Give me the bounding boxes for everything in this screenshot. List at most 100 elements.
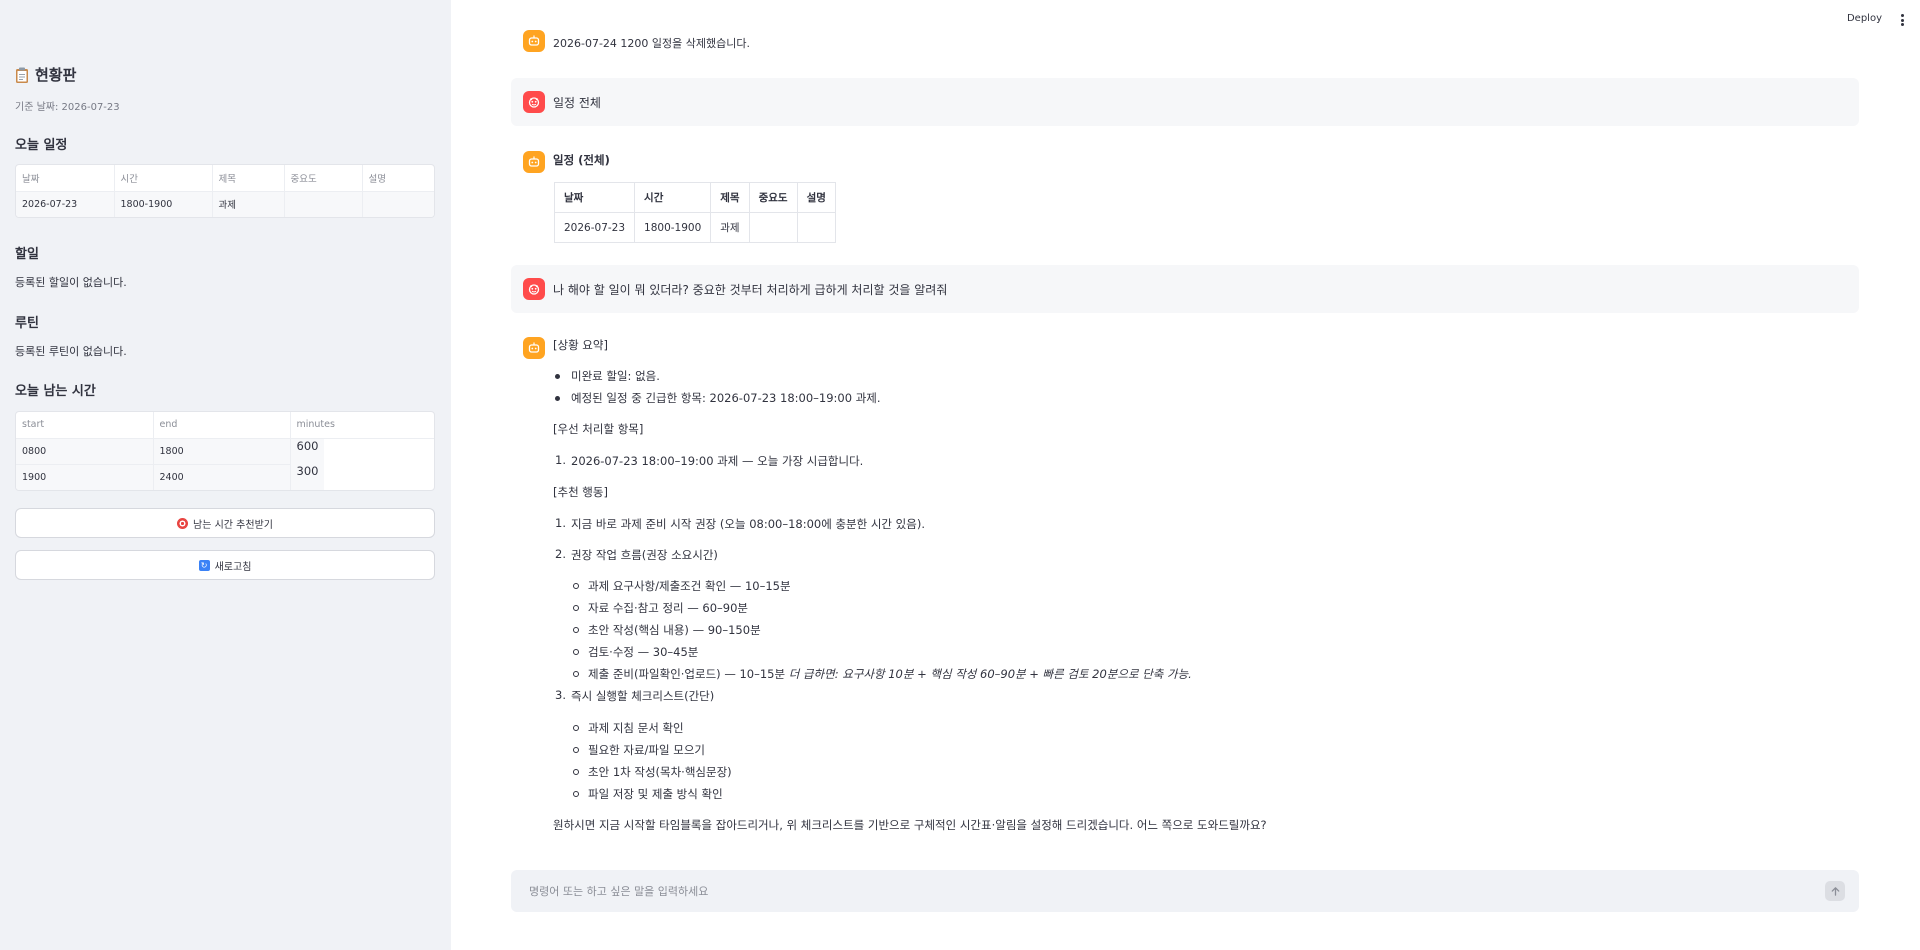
column-header: 시간 — [634, 182, 712, 213]
list-number: 1. — [555, 453, 566, 467]
table-cell: 1800-1900 — [634, 212, 712, 243]
base-date: 기준 날짜: 2026-07-23 — [15, 102, 120, 113]
column-header[interactable]: minutes — [290, 412, 434, 439]
list-item: 권장 작업 흐름(권장 소요시간) — [571, 548, 718, 562]
table-cell[interactable]: 1800-1900 — [114, 191, 213, 217]
sub-bullet-icon — [573, 627, 579, 633]
table-cell[interactable]: 0800 — [16, 438, 154, 465]
list-item: 2026-07-23 18:00–19:00 과제 — 오늘 가장 시급합니다. — [571, 454, 864, 468]
sidebar-title: 현황판 — [15, 64, 76, 85]
column-header: 중요도 — [748, 182, 798, 213]
user-message-text: 나 해야 할 일이 뭐 있더라? 중요한 것부터 처리하게 급하게 처리할 것을… — [553, 283, 948, 297]
today-schedule-heading: 오늘 일정 — [15, 138, 68, 153]
target-icon — [177, 517, 189, 529]
column-header: 제목 — [710, 182, 750, 213]
table-cell: 과제 — [710, 212, 750, 243]
sub-bullet-icon — [573, 605, 579, 611]
list-item: 예정된 일정 중 긴급한 항목: 2026-07-23 18:00–19:00 … — [571, 391, 881, 405]
column-header[interactable]: 날짜 — [16, 165, 115, 192]
main-menu-icon[interactable] — [1900, 14, 1904, 26]
list-item: 과제 지침 문서 확인 — [588, 721, 684, 735]
column-header[interactable]: 제목 — [212, 165, 285, 192]
user-message-text: 일정 전체 — [553, 96, 601, 110]
table-cell[interactable] — [362, 191, 434, 217]
refresh-icon: ↻ — [198, 559, 210, 571]
table-cell[interactable]: 1800 — [153, 438, 291, 465]
table-cell — [796, 212, 836, 243]
routine-heading: 루틴 — [15, 316, 39, 331]
column-header[interactable]: 시간 — [114, 165, 213, 192]
list-item: 미완료 할일: 없음. — [571, 369, 660, 383]
list-number: 3. — [555, 688, 566, 702]
sub-bullet-icon — [573, 671, 579, 677]
bullet-icon — [555, 396, 560, 401]
column-header[interactable]: 설명 — [362, 165, 434, 192]
todo-empty-text: 등록된 할일이 없습니다. — [15, 276, 127, 289]
free-time-heading: 오늘 남는 시간 — [15, 384, 96, 399]
todo-heading: 할일 — [15, 247, 39, 262]
sub-bullet-icon — [573, 649, 579, 655]
deploy-button[interactable]: Deploy — [1847, 13, 1882, 24]
column-header: 날짜 — [553, 182, 636, 213]
user-message: 나 해야 할 일이 뭐 있더라? 중요한 것부터 처리하게 급하게 처리할 것을… — [511, 265, 1859, 313]
list-item-text: 제출 준비(파일확인·업로드) — 10–15분 — [588, 667, 786, 681]
user-avatar-icon — [523, 278, 545, 300]
list-item: 과제 요구사항/제출조건 확인 — 10–15분 — [588, 579, 791, 593]
sub-bullet-icon — [573, 769, 579, 775]
flow-note: 더 급하면: 요구사항 10분 + 핵심 작성 60–90분 + 빠른 검토 2… — [788, 667, 1192, 681]
routine-empty-text: 등록된 루틴이 없습니다. — [15, 345, 127, 358]
list-item: 파일 저장 및 제출 방식 확인 — [588, 787, 723, 801]
list-item: 검토·수정 — 30–45분 — [588, 645, 699, 659]
today-schedule-table[interactable]: 날짜 시간 제목 중요도 설명 2026-07-23 1800-1900 과제 — [15, 164, 435, 218]
arrow-up-icon — [1831, 886, 1839, 896]
recommend-button-label: 남는 시간 추천받기 — [193, 519, 273, 531]
sidebar: 현황판 기준 날짜: 2026-07-23 오늘 일정 날짜 시간 제목 중요도… — [0, 0, 451, 950]
user-message: 일정 전체 — [511, 78, 1859, 126]
free-time-table[interactable]: start end minutes 0800 1800 600 1900 240… — [15, 411, 435, 491]
bot-avatar-icon — [523, 151, 545, 173]
bot-avatar-icon — [523, 337, 545, 359]
recommend-free-time-button[interactable]: 남는 시간 추천받기 — [15, 508, 435, 538]
list-number: 1. — [555, 516, 566, 530]
clipboard-icon — [16, 67, 28, 83]
list-item: 초안 1차 작성(목차·핵심문장) — [588, 765, 732, 779]
schedule-all-title: 일정 (전체) — [553, 153, 610, 167]
list-item: 지금 바로 과제 준비 시작 권장 (오늘 08:00–18:00에 충분한 시… — [571, 517, 925, 531]
refresh-button[interactable]: ↻ 새로고침 — [15, 550, 435, 580]
column-header: 설명 — [796, 182, 836, 213]
priority-label: [우선 처리할 항목] — [553, 422, 644, 436]
table-cell[interactable]: 1900 — [16, 464, 154, 490]
table-cell[interactable]: 2400 — [153, 464, 291, 490]
chat-input[interactable] — [529, 870, 1779, 912]
sub-bullet-icon — [573, 583, 579, 589]
chat-input-container — [511, 870, 1859, 912]
list-item: 자료 수집·참고 정리 — 60–90분 — [588, 601, 749, 615]
schedule-all-table: 날짜 시간 제목 중요도 설명 2026-07-23 1800-1900 과제 — [553, 182, 836, 243]
action-label: [추천 행동] — [553, 485, 608, 499]
bullet-icon — [555, 374, 560, 379]
list-number: 2. — [555, 547, 566, 561]
table-header-row: 날짜 시간 제목 중요도 설명 — [553, 182, 836, 213]
column-header[interactable]: start — [16, 412, 154, 439]
column-header[interactable]: 중요도 — [284, 165, 363, 192]
list-item: 필요한 자료/파일 모으기 — [588, 743, 705, 757]
table-cell[interactable] — [284, 191, 363, 217]
table-row: 2026-07-23 1800-1900 과제 — [16, 191, 434, 217]
table-cell[interactable]: 300 — [290, 464, 325, 490]
sub-bullet-icon — [573, 791, 579, 797]
list-item: 제출 준비(파일확인·업로드) — 10–15분 더 급하면: 요구사항 10분… — [588, 666, 1192, 682]
column-header[interactable]: end — [153, 412, 291, 439]
table-cell[interactable]: 과제 — [212, 191, 285, 217]
refresh-button-label: 새로고침 — [214, 561, 252, 573]
table-row: 2026-07-23 1800-1900 과제 — [553, 212, 836, 243]
bot-avatar-icon — [523, 30, 545, 52]
bot-message-text: 2026-07-24 1200 일정을 삭제했습니다. — [553, 37, 750, 50]
table-header-row: start end minutes — [16, 412, 434, 439]
table-cell[interactable]: 2026-07-23 — [16, 191, 115, 217]
table-cell[interactable]: 600 — [290, 438, 325, 465]
list-item: 초안 작성(핵심 내용) — 90–150분 — [588, 623, 761, 637]
send-button[interactable] — [1825, 881, 1845, 901]
sub-bullet-icon — [573, 747, 579, 753]
main-area: Deploy 2026-07-24 1200 일정을 삭제했습니다. 일정 전체… — [451, 0, 1920, 950]
list-item: 즉시 실행할 체크리스트(간단) — [571, 689, 715, 703]
